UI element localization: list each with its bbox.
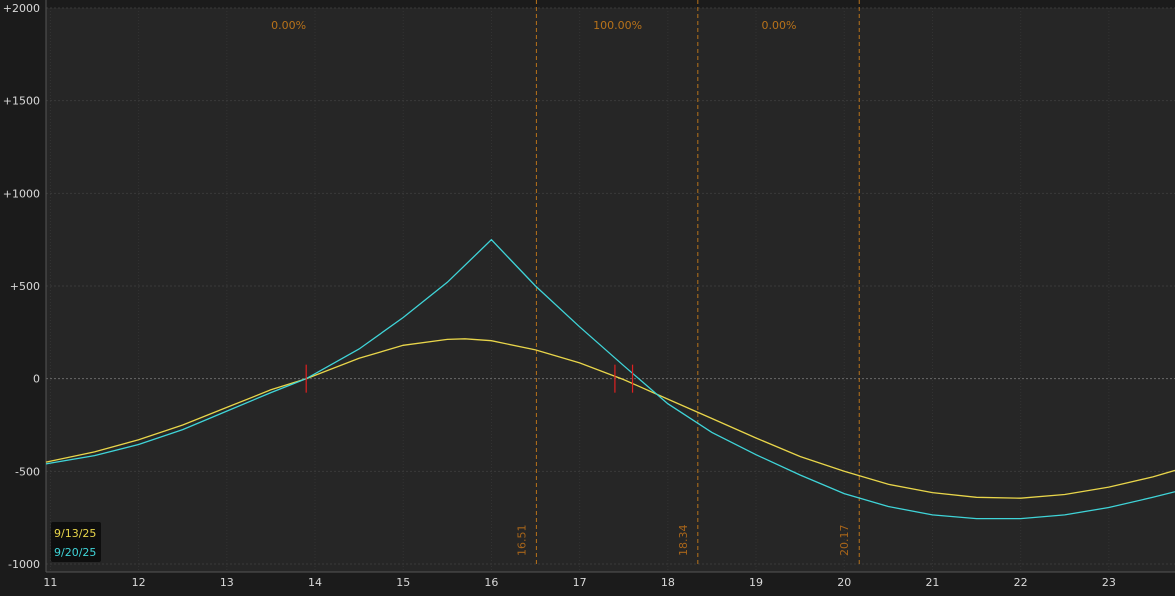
boundary-label: 20.17	[838, 525, 851, 557]
y-tick-label: 0	[33, 373, 40, 386]
x-tick-label: 11	[43, 576, 57, 589]
y-tick-label: +1000	[3, 187, 40, 200]
x-tick-label: 19	[749, 576, 763, 589]
x-tick-label: 14	[308, 576, 322, 589]
x-tick-label: 18	[661, 576, 675, 589]
x-tick-label: 23	[1102, 576, 1116, 589]
x-tick-label: 16	[484, 576, 498, 589]
y-tick-label: -500	[15, 465, 40, 478]
boundary-label: 18.34	[677, 525, 690, 557]
x-tick-label: 15	[396, 576, 410, 589]
y-tick-label: -1000	[8, 558, 40, 571]
x-tick-label: 20	[837, 576, 851, 589]
x-tick-label: 22	[1014, 576, 1028, 589]
boundary-label: 16.51	[515, 525, 528, 557]
y-tick-label: +2000	[3, 2, 40, 15]
x-tick-label: 21	[925, 576, 939, 589]
probability-label: 0.00%	[271, 19, 306, 32]
x-tick-label: 17	[573, 576, 587, 589]
probability-label: 100.00%	[593, 19, 642, 32]
y-tick-label: +1500	[3, 95, 40, 108]
risk-profile-chart: 16.51 18.34 20.17 +2000 +1500 +1000 +500 0 -500…	[0, 0, 1175, 596]
x-tick-label: 13	[220, 576, 234, 589]
plot-area[interactable]	[46, 8, 1175, 572]
legend: 9/13/25 9/20/25	[51, 522, 101, 562]
probability-label: 0.00%	[761, 19, 796, 32]
legend-entry: 9/13/25	[54, 527, 96, 540]
legend-entry: 9/20/25	[54, 546, 96, 559]
y-tick-label: +500	[10, 280, 40, 293]
x-tick-label: 12	[132, 576, 146, 589]
